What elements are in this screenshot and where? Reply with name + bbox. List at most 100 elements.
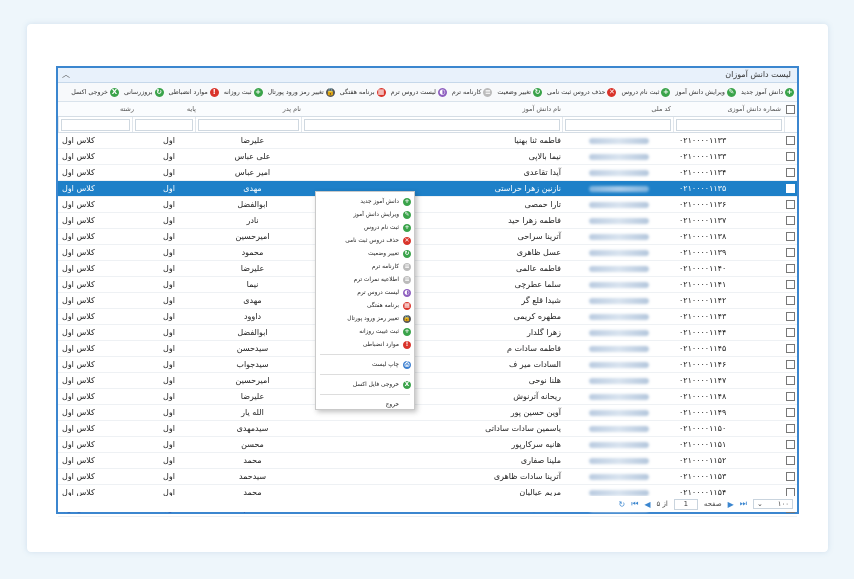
menu-item-discipline[interactable]: ! موارد انضباطی bbox=[316, 338, 414, 351]
table-row[interactable]: ۰۲۱۰۰۰۰۱۱۳۳ فاطمه ثنا بهنیا علیرضا اول کلاس … bbox=[58, 133, 797, 149]
collapse-chevron-icon[interactable]: ︿ bbox=[62, 68, 70, 82]
menu-item-print[interactable]: ⎙ چاپ لیست bbox=[316, 358, 414, 371]
toolbar-button-calendar[interactable]: ▦ برنامه هفتگی bbox=[339, 87, 387, 97]
table-row[interactable]: ۰۲۱۰۰۰۰۱۱۳۵ نازنین زهرا حراستی مهدی اول کلاس… bbox=[58, 181, 797, 197]
table-row[interactable]: ۰۲۱۰۰۰۰۱۱۴۴ زهرا گلدار ابوالفضل اول کلاس اول bbox=[58, 325, 797, 341]
row-checkbox[interactable] bbox=[785, 389, 797, 404]
menu-item-delete[interactable]: ✕ حذف دروس ثبت نامی bbox=[316, 234, 414, 247]
header-student-id[interactable]: شماره دانش آموزی bbox=[675, 102, 785, 116]
row-checkbox[interactable] bbox=[785, 245, 797, 260]
menu-item-calendar[interactable]: ▦ برنامه هفتگی bbox=[316, 299, 414, 312]
menu-item-add-course[interactable]: + ثبت نام دروس bbox=[316, 221, 414, 234]
toolbar-button-report-card[interactable]: ≡ کارنامه ترم bbox=[451, 87, 494, 97]
cell-national-code bbox=[565, 165, 675, 180]
menu-item-edit[interactable]: ✎ ویرایش دانش آموز bbox=[316, 208, 414, 221]
filter-class-input[interactable] bbox=[61, 119, 130, 131]
cell-level: اول bbox=[163, 184, 175, 193]
table-row[interactable]: ۰۲۱۰۰۰۰۱۱۴۶ السادات میر ف سیدجواب اول کلاس ا… bbox=[58, 357, 797, 373]
row-checkbox[interactable] bbox=[785, 405, 797, 420]
row-checkbox[interactable] bbox=[785, 469, 797, 484]
menu-item-report-card[interactable]: ≡ کارنامه ترم bbox=[316, 260, 414, 273]
toolbar-button-excel[interactable]: X خروجی اکسل bbox=[70, 87, 120, 97]
toolbar-button-status[interactable]: ↻ تغییر وضعیت bbox=[496, 87, 543, 97]
filter-level-input[interactable] bbox=[135, 119, 193, 131]
menu-item-course-list[interactable]: ◐ لیست دروس ترم bbox=[316, 286, 414, 299]
menu-item-absence[interactable]: + ثبت غیبت روزانه bbox=[316, 325, 414, 338]
table-row[interactable]: ۰۲۱۰۰۰۰۱۱۳۸ آترینا سراحی امیرحسین اول کلاس ا… bbox=[58, 229, 797, 245]
menu-item-lock[interactable]: 🔒 تغییر رمز ورود پورتال bbox=[316, 312, 414, 325]
row-checkbox[interactable] bbox=[785, 229, 797, 244]
row-checkbox[interactable] bbox=[785, 149, 797, 164]
table-row[interactable]: ۰۲۱۰۰۰۰۱۱۵۰ یاسمین سادات ساداتی سیدمهدی اول… bbox=[58, 421, 797, 437]
row-checkbox[interactable] bbox=[785, 213, 797, 228]
toolbar-button-refresh[interactable]: ↻ بروزرسانی bbox=[123, 87, 165, 97]
first-page-icon[interactable]: ⏮ bbox=[631, 499, 638, 509]
row-checkbox[interactable] bbox=[785, 309, 797, 324]
row-checkbox[interactable] bbox=[785, 421, 797, 436]
row-checkbox[interactable] bbox=[785, 277, 797, 292]
filter-student-id-input[interactable] bbox=[676, 119, 782, 131]
toolbar-button-edit[interactable]: ✎ ویرایش دانش آموز bbox=[674, 87, 737, 97]
menu-item-excel[interactable]: X خروجی فایل اکسل bbox=[316, 378, 414, 391]
row-checkbox[interactable] bbox=[785, 181, 797, 196]
select-all-checkbox[interactable] bbox=[785, 102, 797, 116]
row-checkbox[interactable] bbox=[785, 165, 797, 180]
table-row[interactable]: ۰۲۱۰۰۰۰۱۱۳۶ تارا حمصی ابوالفضل اول کلاس اول bbox=[58, 197, 797, 213]
row-checkbox[interactable] bbox=[785, 437, 797, 452]
table-row[interactable]: ۰۲۱۰۰۰۰۱۱۴۵ فاطمه سادات م سیدحسن اول کلاس او… bbox=[58, 341, 797, 357]
filter-national-code-input[interactable] bbox=[565, 119, 671, 131]
table-row[interactable]: ۰۲۱۰۰۰۰۱۱۳۷ فاطمه زهرا حید نادر اول کلاس اول bbox=[58, 213, 797, 229]
table-row[interactable]: ۰۲۱۰۰۰۰۱۱۴۲ شیدا قلع گر مهدی اول کلاس اول bbox=[58, 293, 797, 309]
table-row[interactable]: ۰۲۱۰۰۰۰۱۱۴۰ فاطمه عالمی علیرضا اول کلاس اول bbox=[58, 261, 797, 277]
table-row[interactable]: ۰۲۱۰۰۰۰۱۱۵۲ ملینا صفاری محمد اول کلاس اول bbox=[58, 453, 797, 469]
prev-page-icon[interactable]: ◀ bbox=[644, 500, 650, 509]
row-checkbox[interactable] bbox=[785, 261, 797, 276]
row-checkbox[interactable] bbox=[785, 357, 797, 372]
last-page-icon[interactable]: ⏭ bbox=[740, 499, 747, 509]
row-checkbox[interactable] bbox=[785, 453, 797, 468]
menu-item-add[interactable]: + دانش آموز جدید bbox=[316, 195, 414, 208]
row-checkbox[interactable] bbox=[785, 197, 797, 212]
table-row[interactable]: ۰۲۱۰۰۰۰۱۱۵۱ هانیه سرکارپور محسن اول کلاس اول bbox=[58, 437, 797, 453]
row-checkbox[interactable] bbox=[785, 133, 797, 148]
table-row[interactable]: ۰۲۱۰۰۰۰۱۱۵۳ آترینا سادات ظاهری سیدحمد اول کل… bbox=[58, 469, 797, 485]
table-row[interactable]: ۰۲۱۰۰۰۰۱۱۴۷ هلنا نوحی امیرحسین اول کلاس اول bbox=[58, 373, 797, 389]
header-student-name[interactable]: نام دانش آموز bbox=[305, 102, 565, 116]
header-class[interactable]: رشته bbox=[58, 102, 138, 116]
table-row[interactable]: ۰۲۱۰۰۰۰۱۱۴۸ ریحانه آترنوش علیرضا اول کلاس او… bbox=[58, 389, 797, 405]
table-row[interactable]: ۰۲۱۰۰۰۰۱۱۴۳ مطهره کریمی داوود اول کلاس اول bbox=[58, 309, 797, 325]
header-national-code[interactable]: کد ملی bbox=[565, 102, 675, 116]
row-checkbox[interactable] bbox=[785, 341, 797, 356]
toolbar-button-discipline[interactable]: ! موارد انضباطی bbox=[168, 87, 220, 97]
menu-item-exit[interactable]: خروج bbox=[316, 398, 414, 411]
page-number-input[interactable]: 1 bbox=[673, 498, 698, 510]
toolbar-button-add[interactable]: + دانش آموز جدید bbox=[740, 87, 795, 97]
menu-item-notice[interactable]: ≡ اطلاعیه نمرات ترم bbox=[316, 273, 414, 286]
refresh-icon[interactable]: ↻ bbox=[618, 500, 625, 509]
filter-father-name-input[interactable] bbox=[198, 119, 299, 131]
redacted-national-code bbox=[589, 458, 649, 464]
table-row[interactable]: ۰۲۱۰۰۰۰۱۱۴۱ سلما عطرچی نیما اول کلاس اول bbox=[58, 277, 797, 293]
toolbar-button-course-list[interactable]: ◐ لیست دروس ترم bbox=[390, 87, 448, 97]
table-row[interactable]: ۰۲۱۰۰۰۰۱۱۳۳ نیما بالاپی علی عباس اول کلاس او… bbox=[58, 149, 797, 165]
filter-student-name-input[interactable] bbox=[304, 119, 560, 131]
menu-item-status[interactable]: ↻ تغییر وضعیت bbox=[316, 247, 414, 260]
toolbar-button-lock[interactable]: 🔒 تغییر رمز ورود پورتال bbox=[267, 87, 336, 97]
table-row[interactable]: ۰۲۱۰۰۰۰۱۱۳۹ عسل ظاهری محمود اول کلاس اول bbox=[58, 245, 797, 261]
row-checkbox[interactable] bbox=[785, 373, 797, 388]
cell-student-name: فاطمه ثنا بهنیا bbox=[514, 136, 561, 145]
table-row[interactable]: ۰۲۱۰۰۰۰۱۱۳۴ آیدا تقاعدی امیر عباس اول کلاس ا… bbox=[58, 165, 797, 181]
toolbar-button-delete[interactable]: ✕ حذف دروس ثبت نامی bbox=[546, 87, 617, 97]
page-size-select[interactable]: ۱۰۰ ⌄ bbox=[753, 499, 793, 509]
header-level[interactable]: پایه bbox=[138, 102, 200, 116]
row-checkbox[interactable] bbox=[785, 293, 797, 308]
toolbar-button-add-course[interactable]: + ثبت نام دروس bbox=[620, 87, 671, 97]
next-page-icon[interactable]: ▶ bbox=[728, 500, 734, 509]
table-row[interactable]: ۰۲۱۰۰۰۰۱۱۴۹ آوین حسین پور الله یار اول کلاس … bbox=[58, 405, 797, 421]
redacted-national-code bbox=[589, 170, 649, 176]
cell-level: اول bbox=[163, 328, 175, 337]
cell-class: کلاس اول bbox=[62, 360, 95, 369]
header-father-name[interactable]: نام پدر bbox=[200, 102, 305, 116]
toolbar-button-daily[interactable]: + ثبت روزانه bbox=[223, 87, 264, 97]
row-checkbox[interactable] bbox=[785, 325, 797, 340]
